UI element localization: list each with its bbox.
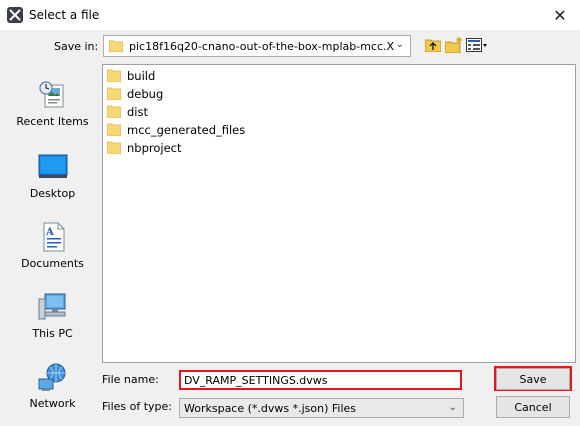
place-network[interactable]: Network <box>9 361 96 410</box>
list-item[interactable]: mcc_generated_files <box>106 121 246 139</box>
place-label: Documents <box>21 257 84 270</box>
window-title: Select a file <box>29 8 100 22</box>
title-bar: Select a file ✕ <box>0 0 580 30</box>
create-new-folder-button[interactable] <box>444 36 464 56</box>
folder-icon <box>106 86 122 103</box>
svg-text:A: A <box>45 227 54 238</box>
save-in-value: pic18f16q20-cnano-out-of-the-box-mplab-m… <box>129 40 395 53</box>
save-in-combo[interactable]: pic18f16q20-cnano-out-of-the-box-mplab-m… <box>103 35 411 57</box>
file-name: debug <box>127 87 164 101</box>
view-menu-icon <box>466 37 488 55</box>
close-button[interactable]: ✕ <box>540 0 580 30</box>
file-type-value: Workspace (*.dvws *.json) Files <box>184 402 357 415</box>
file-name: build <box>127 69 156 83</box>
list-item[interactable]: dist <box>106 103 148 121</box>
save-button[interactable]: Save <box>496 368 570 390</box>
place-this-pc[interactable]: This PC <box>9 291 96 340</box>
place-label: Desktop <box>29 187 76 200</box>
list-item[interactable]: build <box>106 67 156 85</box>
cancel-button[interactable]: Cancel <box>496 396 570 418</box>
place-label: Recent Items <box>16 115 89 128</box>
place-recent-items[interactable]: Recent Items <box>9 79 96 128</box>
recent-items-icon <box>9 79 96 111</box>
folder-icon <box>106 68 122 85</box>
chevron-down-icon: ⌄ <box>448 402 457 413</box>
place-label: This PC <box>32 327 73 340</box>
up-one-level-button[interactable] <box>423 36 443 56</box>
file-type-label: Files of type: <box>102 400 173 413</box>
close-icon: ✕ <box>553 5 567 25</box>
save-in-label: Save in: <box>54 40 99 53</box>
this-pc-icon <box>9 291 96 323</box>
file-name-input[interactable]: DV_RAMP_SETTINGS.dvws <box>179 370 462 390</box>
file-type-select[interactable]: Workspace (*.dvws *.json) Files ⌄ <box>179 398 464 418</box>
folder-icon <box>108 39 124 55</box>
chevron-down-icon: ⌄ <box>395 39 404 50</box>
up-one-level-icon <box>424 38 442 55</box>
network-icon <box>9 361 96 393</box>
list-item[interactable]: debug <box>106 85 164 103</box>
desktop-icon <box>9 151 96 183</box>
folder-icon <box>106 122 122 139</box>
file-name: nbproject <box>127 141 182 155</box>
places-sidebar: Recent Items Desktop A Documents This PC… <box>9 65 96 420</box>
documents-icon: A <box>9 221 96 253</box>
folder-icon <box>106 104 122 121</box>
create-new-folder-icon <box>444 36 463 56</box>
place-documents[interactable]: A Documents <box>9 221 96 270</box>
view-menu-button[interactable] <box>465 36 489 56</box>
place-label: Network <box>29 397 76 410</box>
folder-icon <box>106 140 122 157</box>
place-desktop[interactable]: Desktop <box>9 151 96 200</box>
list-item[interactable]: nbproject <box>106 139 182 157</box>
file-name-label: File name: <box>102 373 159 386</box>
file-name: mcc_generated_files <box>127 123 246 137</box>
file-name: dist <box>127 105 148 119</box>
file-list[interactable]: build debug dist mcc_generated_files nbp… <box>102 64 576 363</box>
app-logo-icon <box>7 7 23 23</box>
